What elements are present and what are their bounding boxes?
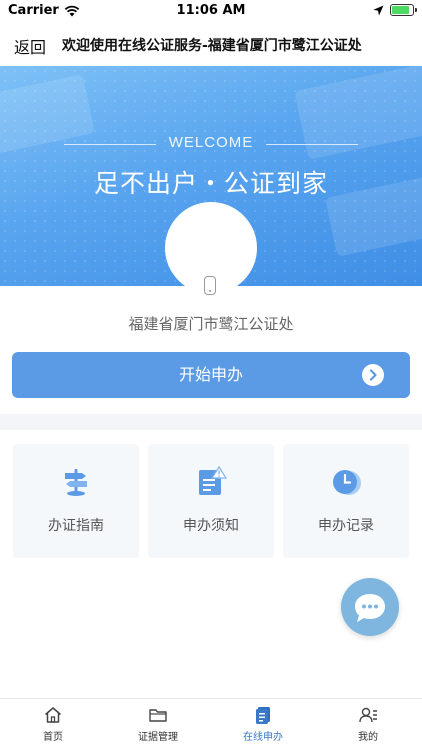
tab-label: 在线申办 [243, 732, 283, 743]
clock-icon [333, 470, 361, 495]
signpost-icon [65, 469, 87, 496]
start-application-button[interactable]: 开始申办 [12, 352, 410, 398]
tab-label: 首页 [43, 732, 63, 743]
status-bar: Carrier 11:06 AM [0, 0, 422, 22]
battery-icon [390, 4, 417, 16]
card-label: 申办须知 [183, 518, 239, 534]
tab-mine[interactable]: 我的 [318, 699, 418, 750]
service-cards: 办证指南 申办须知 申办记录 [0, 444, 422, 560]
card-label: 申办记录 [318, 518, 374, 534]
banner-slogan: 足不出户・公证到家 [93, 169, 328, 198]
section-divider [0, 414, 422, 430]
status-right [373, 4, 417, 16]
phone-icon [204, 276, 216, 295]
tab-home[interactable]: 首页 [3, 699, 103, 750]
page-title: 欢迎使用在线公证服务-福建省厦门市鹭江公证处 [62, 38, 362, 54]
tab-bar: 首页 证据管理 在线申办 我的 [0, 698, 422, 750]
tab-label: 证据管理 [138, 732, 178, 743]
chat-button[interactable] [341, 578, 399, 636]
chevron-right-icon [362, 364, 384, 386]
status-time: 11:06 AM [176, 3, 246, 18]
notice-document-icon [199, 466, 227, 495]
document-icon [256, 707, 270, 724]
card-guide[interactable]: 办证指南 [13, 444, 139, 558]
card-notice[interactable]: 申办须知 [148, 444, 274, 558]
home-icon [45, 707, 61, 723]
battery-level [392, 6, 409, 14]
navigation-bar: 返回 欢迎使用在线公证服务-福建省厦门市鹭江公证处 [0, 22, 422, 66]
tab-evidence[interactable]: 证据管理 [108, 699, 208, 750]
folder-icon [149, 709, 167, 722]
banner-welcome-text: WELCOME [168, 134, 254, 151]
card-label: 办证指南 [48, 518, 104, 534]
chat-bubble-icon [355, 594, 385, 622]
back-button[interactable]: 返回 [14, 34, 46, 58]
profile-icon [359, 707, 377, 723]
card-records[interactable]: 申办记录 [283, 444, 409, 558]
tab-label: 我的 [358, 732, 378, 743]
location-arrow-icon [373, 5, 384, 15]
tab-online-application[interactable]: 在线申办 [213, 699, 313, 750]
office-name: 福建省厦门市鹭江公证处 [128, 315, 294, 333]
start-button-label: 开始申办 [178, 365, 243, 384]
